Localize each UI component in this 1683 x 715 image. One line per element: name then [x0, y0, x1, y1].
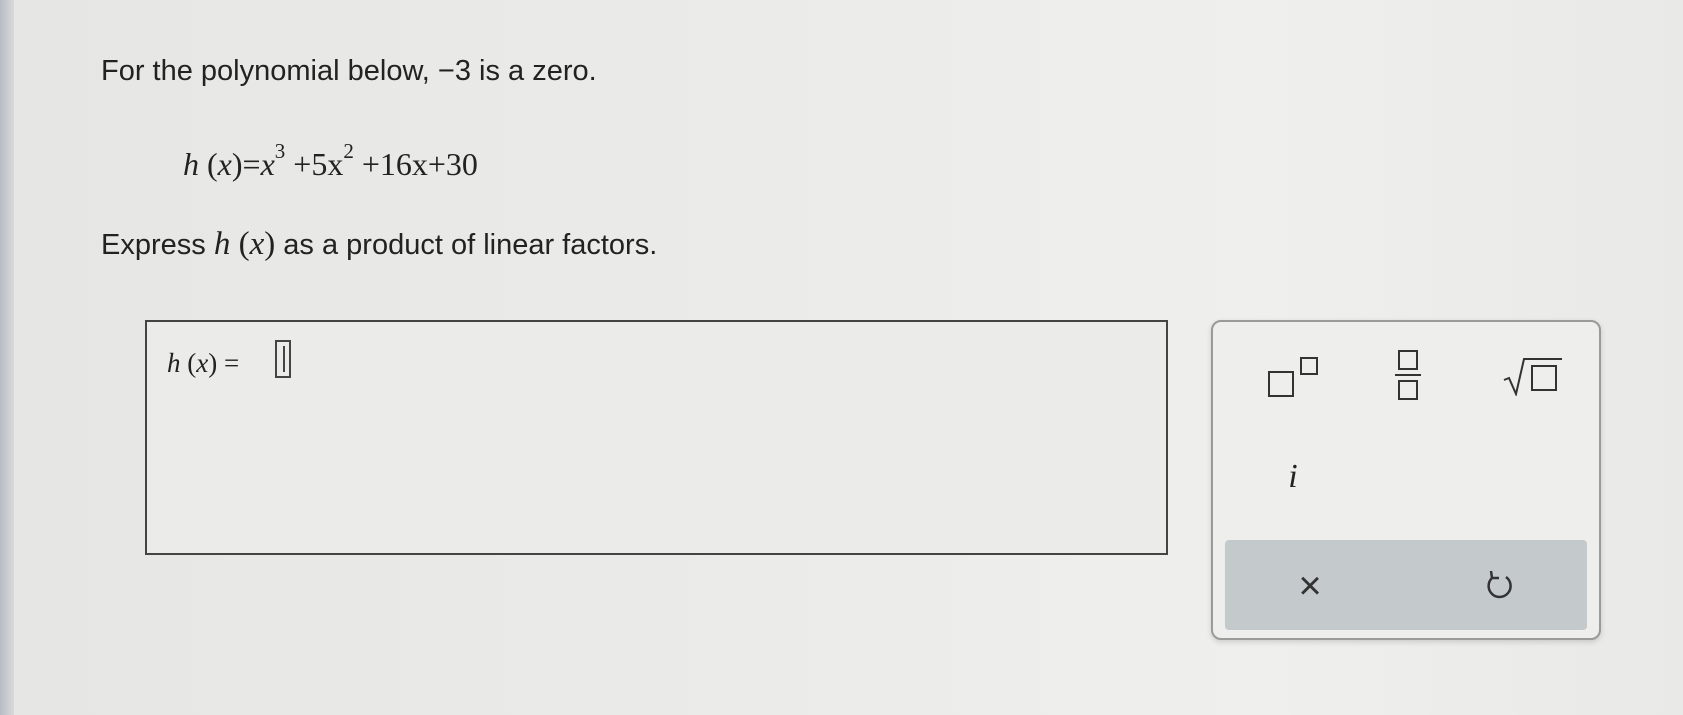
answer-label: h (x) =: [167, 348, 240, 378]
fraction-icon: [1395, 350, 1421, 400]
answer-input-slot[interactable]: [275, 340, 291, 378]
math-keypad: i ×: [1211, 320, 1601, 640]
square-root-icon: [1503, 358, 1562, 396]
imaginary-unit-button[interactable]: i: [1263, 452, 1323, 502]
undo-button[interactable]: [1465, 558, 1535, 614]
square-root-button[interactable]: [1493, 350, 1573, 402]
polynomial-expression: h (x)=x3 +5x2 +16x+30: [183, 139, 478, 183]
question-intro: For the polynomial below, −3 is a zero.: [101, 55, 597, 87]
answer-input-box[interactable]: h (x) =: [145, 320, 1168, 555]
zero-value: −3: [437, 55, 471, 87]
superscript-icon: [1266, 357, 1326, 397]
superscript-button[interactable]: [1261, 352, 1331, 402]
fraction-button[interactable]: [1378, 344, 1438, 406]
instruction-text: Express h (x) as a product of linear fac…: [101, 226, 658, 262]
window-edge: [0, 0, 14, 715]
clear-button[interactable]: ×: [1275, 558, 1345, 614]
undo-icon: [1487, 570, 1512, 599]
action-bar: ×: [1225, 540, 1587, 630]
